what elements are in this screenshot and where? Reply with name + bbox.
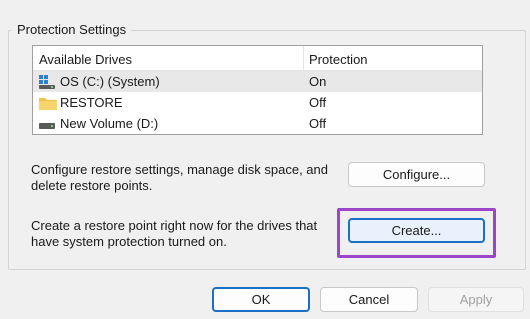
drive-row-restore[interactable]: RESTORE Off [33, 92, 482, 113]
drive-name: OS (C:) (System) [60, 74, 160, 89]
configure-description: Configure restore settings, manage disk … [31, 162, 329, 193]
drive-protection-status: Off [309, 116, 327, 131]
create-button-highlight [337, 208, 496, 258]
configure-button[interactable]: Configure... [348, 162, 485, 187]
drives-list-header: Available Drives Protection [33, 46, 482, 71]
ok-button[interactable]: OK [212, 287, 310, 312]
column-header-protection[interactable]: Protection [309, 52, 368, 67]
column-header-drives[interactable]: Available Drives [39, 52, 132, 67]
drive-icon [39, 123, 55, 129]
drive-name: RESTORE [60, 95, 123, 110]
protection-settings-title: Protection Settings [12, 22, 132, 37]
cancel-button[interactable]: Cancel [320, 287, 418, 312]
available-drives-list[interactable]: Available Drives Protection OS (C:) (Sys… [32, 45, 483, 135]
drive-row-os-c[interactable]: OS (C:) (System) On [33, 71, 482, 92]
drive-protection-status: Off [309, 95, 327, 110]
create-description: Create a restore point right now for the… [31, 218, 318, 249]
apply-button[interactable]: Apply [428, 287, 524, 312]
drive-name: New Volume (D:) [60, 116, 159, 131]
drive-protection-status: On [309, 74, 327, 89]
system-drive-icon [39, 75, 55, 89]
column-divider [303, 46, 304, 70]
folder-icon [39, 98, 57, 110]
drive-row-new-volume-d[interactable]: New Volume (D:) Off [33, 113, 482, 134]
